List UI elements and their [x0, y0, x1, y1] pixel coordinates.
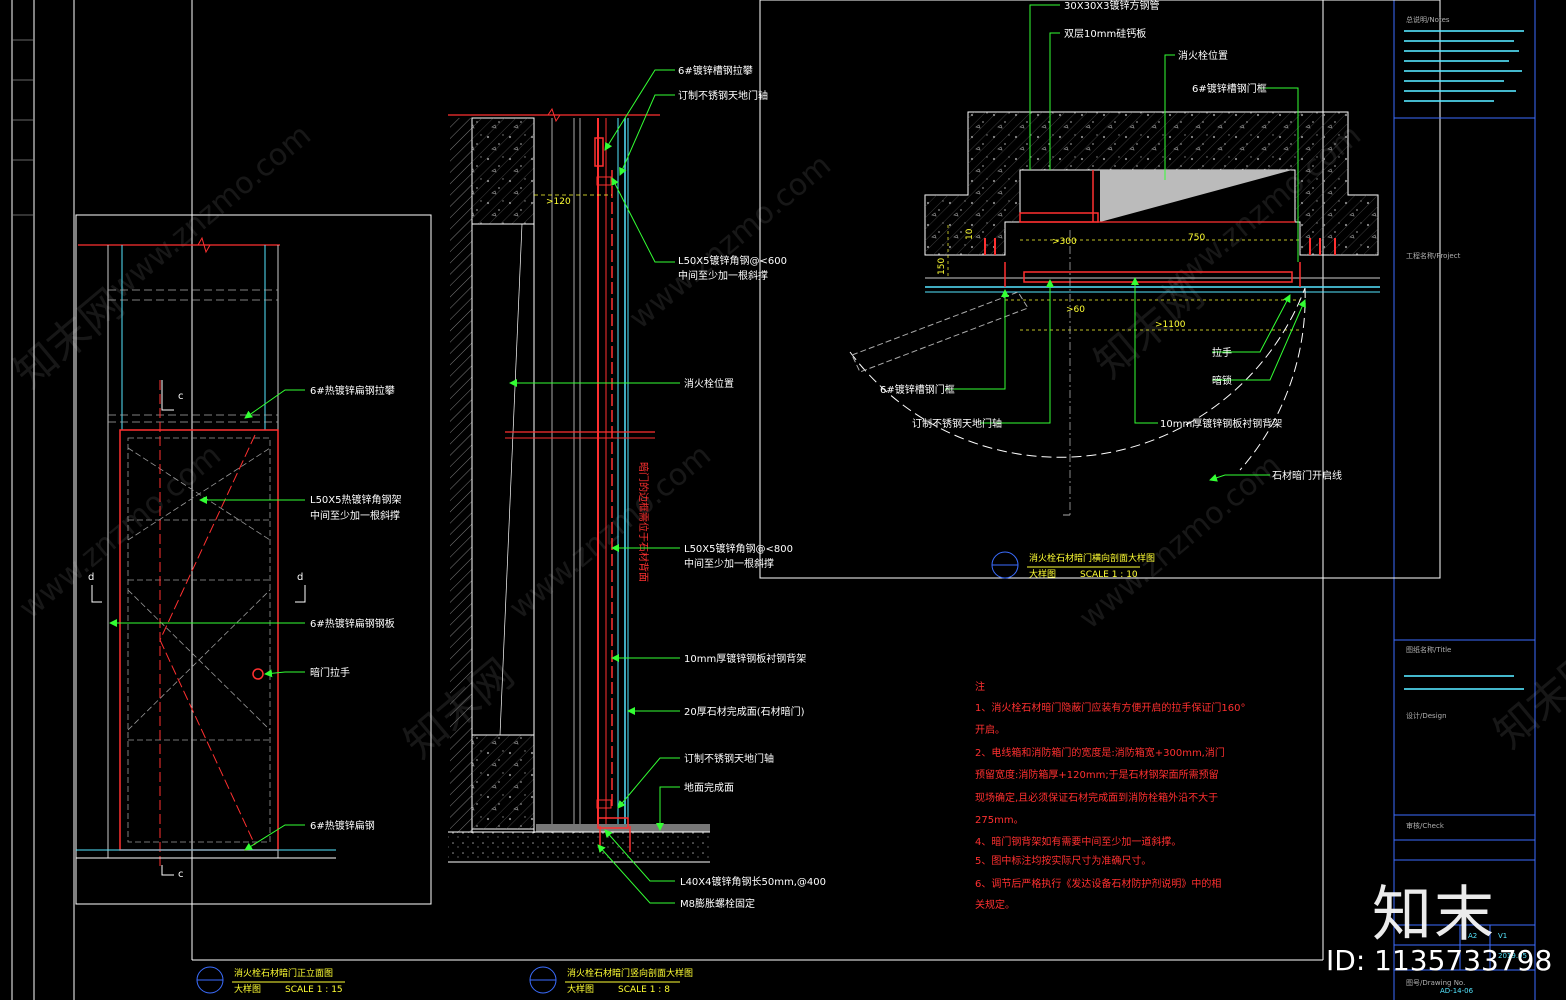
watermark-brand: 知末网 — [1485, 639, 1566, 758]
callout-text: 6#热镀锌扁钢 — [310, 819, 375, 832]
callout-text: L50X5镀锌角钢@<600 — [678, 254, 787, 267]
notes-line: 关规定。 — [975, 898, 1015, 911]
floor-structure — [448, 832, 710, 862]
view-subtitle: 大样图 — [1029, 568, 1056, 580]
notes-heading: 注 — [975, 680, 985, 693]
title-block-field: 审核/Check — [1406, 821, 1445, 830]
callout-text: 订制不锈钢天地门轴 — [678, 89, 768, 102]
dimension-text: >1100 — [1155, 320, 1186, 330]
notes-line: 预留宽度:消防箱厚+120mm;于是石材钢架面所需预留 — [975, 768, 1219, 781]
callout-text: 中间至少加一根斜撑 — [310, 509, 400, 522]
callout-text: 6#镀锌槽钢门框 — [1192, 82, 1267, 95]
notes-line: 现场确定,且必须保证石材完成面到消防栓箱外沿不大于 — [975, 791, 1218, 804]
callout-text: 拉手 — [1212, 346, 1232, 359]
section-mark-label: d — [88, 572, 94, 583]
notes-line: 开启。 — [975, 723, 1005, 736]
notes-line: 5、图中标注均按实际尺寸为准确尺寸。 — [975, 854, 1151, 867]
callout-text: 10mm厚镀锌钢板衬钢背架 — [684, 652, 806, 665]
section-mark-label: c — [178, 869, 184, 880]
watermark-brand: 知末网 — [5, 279, 133, 398]
title-block-field: 工程名称/Project — [1406, 251, 1461, 260]
dimension-text: 10 — [965, 228, 975, 240]
title-block-field: 设计/Design — [1406, 711, 1447, 720]
section-mark-label: d — [297, 572, 303, 583]
callout-text: 双层10mm硅钙板 — [1064, 27, 1146, 40]
wall-hatch — [450, 118, 472, 833]
callout-text: L50X5镀锌角钢@<800 — [684, 542, 793, 555]
cad-drawing: www.znzmo.com www.znzmo.com www.znzmo.co… — [5, 0, 1566, 1000]
plan-frame — [759, 0, 1441, 579]
view-subtitle: 大样图 — [567, 983, 594, 995]
id-tag: ID: 1135733798 — [1326, 944, 1553, 977]
callout-text: 暗门拉手 — [310, 666, 350, 679]
view-scale: SCALE 1 : 8 — [618, 985, 670, 995]
notes-line: 1、消火栓石材暗门隐蔽门应装有方便开启的拉手保证门160° — [975, 701, 1245, 714]
dimension-text: >60 — [1066, 305, 1085, 315]
callout-text: 10mm厚镀锌钢板衬钢背架 — [1160, 417, 1282, 430]
callout-text: L40X4镀锌角钢长50mm,@400 — [680, 875, 826, 888]
section-mark-label: c — [178, 391, 184, 402]
dimension-text: 750 — [1188, 233, 1205, 243]
callout-text: 消火栓位置 — [1178, 49, 1228, 62]
callout-text: 石材暗门开启线 — [1272, 469, 1342, 482]
watermark-text: www.znzmo.com — [623, 148, 838, 337]
view-subtitle: 大样图 — [234, 983, 261, 995]
elevation-view: c c d d 6#热镀锌扁钢拉攀 L50X5热镀锌角钢架 中间至少加一根斜撑 … — [75, 214, 432, 995]
brand-logo: 知末 — [1372, 880, 1496, 950]
watermark-text: www.znzmo.com — [503, 438, 718, 627]
view-scale: SCALE 1 : 15 — [285, 985, 343, 995]
left-margin-ticks — [12, 39, 34, 216]
callout-text: 20厚石材完成面(石材暗门) — [684, 705, 805, 718]
view-title: 消火栓石材暗门横向剖面大样图 — [1029, 552, 1155, 564]
notes-line: 275mm。 — [975, 815, 1024, 826]
callout-text: 订制不锈钢天地门轴 — [912, 417, 1002, 430]
callout-text: L50X5热镀锌角钢架 — [310, 493, 402, 506]
callout-text: 30X30X3镀锌方钢管 — [1064, 0, 1160, 12]
callout-text: 地面完成面 — [684, 781, 734, 794]
notes-line: 6、调节后严格执行《发达设备石材防护剂说明》中的相 — [975, 877, 1221, 890]
view-title: 消火栓石材暗门竖向剖面大样图 — [567, 967, 693, 979]
title-block-field: 总说明/Notes — [1406, 15, 1450, 24]
notes-line: 2、电线箱和消防箱门的宽度是:消防箱宽+300mm,消门 — [975, 746, 1225, 759]
view-scale: SCALE 1 : 10 — [1080, 570, 1138, 580]
callout-text: 消火栓位置 — [684, 377, 734, 390]
dimension-text: >300 — [1052, 237, 1077, 247]
callout-text: M8膨胀螺栓固定 — [680, 897, 755, 910]
callout-text: 6#热镀锌扁钢拉攀 — [310, 384, 395, 397]
plan-section-view: >300 750 >60 >1100 150 10 30X30X3镀锌方钢管 双… — [759, 0, 1441, 580]
door-handle-icon — [252, 668, 264, 680]
callout-text: 6#镀锌槽钢门框 — [880, 383, 955, 396]
vertical-note: 暗门的边框需位于石材背面 — [637, 462, 650, 582]
callout-text: 中间至少加一根斜撑 — [678, 269, 768, 282]
title-block-field: 图号/Drawing No. — [1406, 979, 1465, 987]
watermark-text: www.znzmo.com — [1073, 448, 1288, 637]
view-title: 消火栓石材暗门正立面图 — [234, 967, 333, 979]
dimension-text: 150 — [937, 258, 947, 275]
notes-block: 注 1、消火栓石材暗门隐蔽门应装有方便开启的拉手保证门160° 开启。 2、电线… — [975, 680, 1245, 911]
notes-line: 4、暗门钢背架如有需要中间至少加一道斜撑。 — [975, 835, 1181, 848]
dimension-text: >120 — [546, 197, 571, 207]
callout-text: 订制不锈钢天地门轴 — [684, 752, 774, 765]
callout-text: 6#镀锌槽钢拉攀 — [678, 64, 753, 77]
title-block: 总说明/Notes 工程名称/Project 图纸名称/Title 设计/Des… — [1394, 15, 1535, 995]
title-block-version: V1 — [1498, 932, 1507, 940]
watermark-text: www.znzmo.com — [103, 118, 318, 307]
callout-text: 暗锁 — [1212, 374, 1232, 387]
title-block-field: 图纸名称/Title — [1406, 645, 1451, 654]
callout-text: 6#热镀锌扁钢钢板 — [310, 617, 395, 630]
title-block-drawing-no: AD-14-06 — [1440, 987, 1474, 995]
